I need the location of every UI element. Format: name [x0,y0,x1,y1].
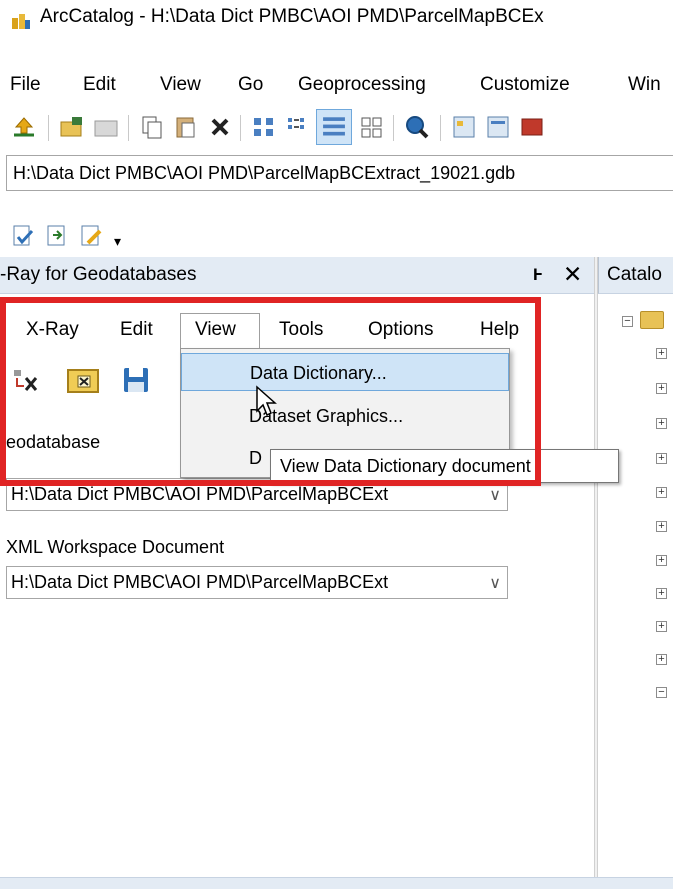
document-edit-icon[interactable] [78,223,104,249]
xray-menu-help[interactable]: Help [480,319,519,341]
expand-node-icon[interactable]: + [656,418,667,429]
up-one-level-icon[interactable] [10,113,38,141]
tooltip: View Data Dictionary document [270,449,619,483]
large-icons-icon[interactable] [250,113,278,141]
location-path-field[interactable]: H:\Data Dict PMBC\AOI PMD\ParcelMapBCExt… [6,155,673,191]
geodatabase-combobox-value: H:\Data Dict PMBC\AOI PMD\ParcelMapBCExt [11,484,389,504]
expand-node-icon[interactable]: + [656,383,667,394]
catalog-tree-icon[interactable] [450,113,478,141]
xray-geodatabase-icon[interactable] [12,364,44,396]
close-icon[interactable]: ✕ [563,261,582,288]
xml-workspace-label: XML Workspace Document [6,537,225,557]
menu-file[interactable]: File [10,74,41,96]
window-title: ArcCatalog - H:\Data Dict PMBC\AOI PMD\P… [40,6,544,27]
main-menubar: File Edit View Go Geoprocessing Customiz… [0,60,673,96]
xml-folder-icon[interactable] [66,364,102,396]
status-bar [0,877,673,889]
xray-menu-xray[interactable]: X-Ray [26,319,79,341]
chevron-down-icon[interactable]: ∨ [489,568,501,598]
arccatalog-app-icon [12,14,30,29]
list-icon[interactable] [284,113,312,141]
geodatabase-label: eodatabase [6,432,101,452]
mouse-pointer-icon [256,385,277,417]
collapse-node-icon[interactable]: − [622,316,633,327]
xray-menu-tools[interactable]: Tools [279,319,323,341]
xray-panel-header: -Ray for Geodatabases Ⱶ ✕ [0,257,594,294]
xml-workspace-combobox[interactable]: H:\Data Dict PMBC\AOI PMD\ParcelMapBCExt… [6,566,508,599]
pin-icon[interactable]: Ⱶ [533,265,542,285]
menu-go[interactable]: Go [238,74,263,96]
menu-item-data-dictionary[interactable]: Data Dictionary... [181,353,509,391]
search-window-icon[interactable] [484,113,512,141]
standard-toolbar [0,105,673,149]
expand-node-icon[interactable]: + [656,621,667,632]
search-icon[interactable] [403,113,431,141]
paste-icon[interactable] [172,113,200,141]
collapse-node-icon[interactable]: − [656,687,667,698]
document-export-icon[interactable] [44,223,70,249]
copy-icon[interactable] [138,113,166,141]
xray-menu-view[interactable]: View [195,319,236,341]
expand-node-icon[interactable]: + [656,588,667,599]
expand-node-icon[interactable]: + [656,453,667,464]
expand-node-icon[interactable]: + [656,487,667,498]
folder-icon [640,311,664,329]
catalog-tree-header: Catalo [598,257,673,294]
menu-item-dataset-graphics[interactable]: Dataset Graphics... [181,397,509,435]
connect-folder-icon[interactable] [58,113,86,141]
document-check-icon[interactable] [10,223,36,249]
menu-windows[interactable]: Win [628,74,661,96]
title-bar: ArcCatalog - H:\Data Dict PMBC\AOI PMD\P… [0,0,673,40]
arctoolbox-icon[interactable] [518,113,546,141]
xray-panel-title: -Ray for Geodatabases [0,264,197,285]
menu-edit[interactable]: Edit [83,74,116,96]
xray-menu-edit[interactable]: Edit [120,319,153,341]
expand-node-icon[interactable]: + [656,654,667,665]
details-icon [323,117,345,136]
disconnect-folder-icon[interactable] [92,113,120,141]
delete-icon[interactable] [206,113,234,141]
menu-customize[interactable]: Customize [480,74,570,96]
xray-menu-options[interactable]: Options [368,319,433,341]
xml-workspace-combobox-value: H:\Data Dict PMBC\AOI PMD\ParcelMapBCExt [11,572,389,592]
xray-tool-icons [6,360,176,400]
xray-menubar: X-Ray Edit View Tools Options Help [6,302,534,346]
thumbnails-icon[interactable] [358,113,386,141]
expand-node-icon[interactable]: + [656,521,667,532]
menu-view[interactable]: View [160,74,201,96]
catalog-tree: − + + + + + + + + + + − [598,294,673,888]
catalog-tree-title: Catalo [607,264,662,285]
expand-node-icon[interactable]: + [656,555,667,566]
save-icon[interactable] [120,364,152,396]
toolbar-overflow-icon[interactable]: ▾ [114,233,121,250]
menu-geoprocessing[interactable]: Geoprocessing [298,74,426,96]
details-view-button[interactable] [316,109,352,145]
secondary-toolbar: ▾ [0,195,673,255]
chevron-down-icon[interactable]: ∨ [489,480,501,510]
expand-node-icon[interactable]: + [656,348,667,359]
